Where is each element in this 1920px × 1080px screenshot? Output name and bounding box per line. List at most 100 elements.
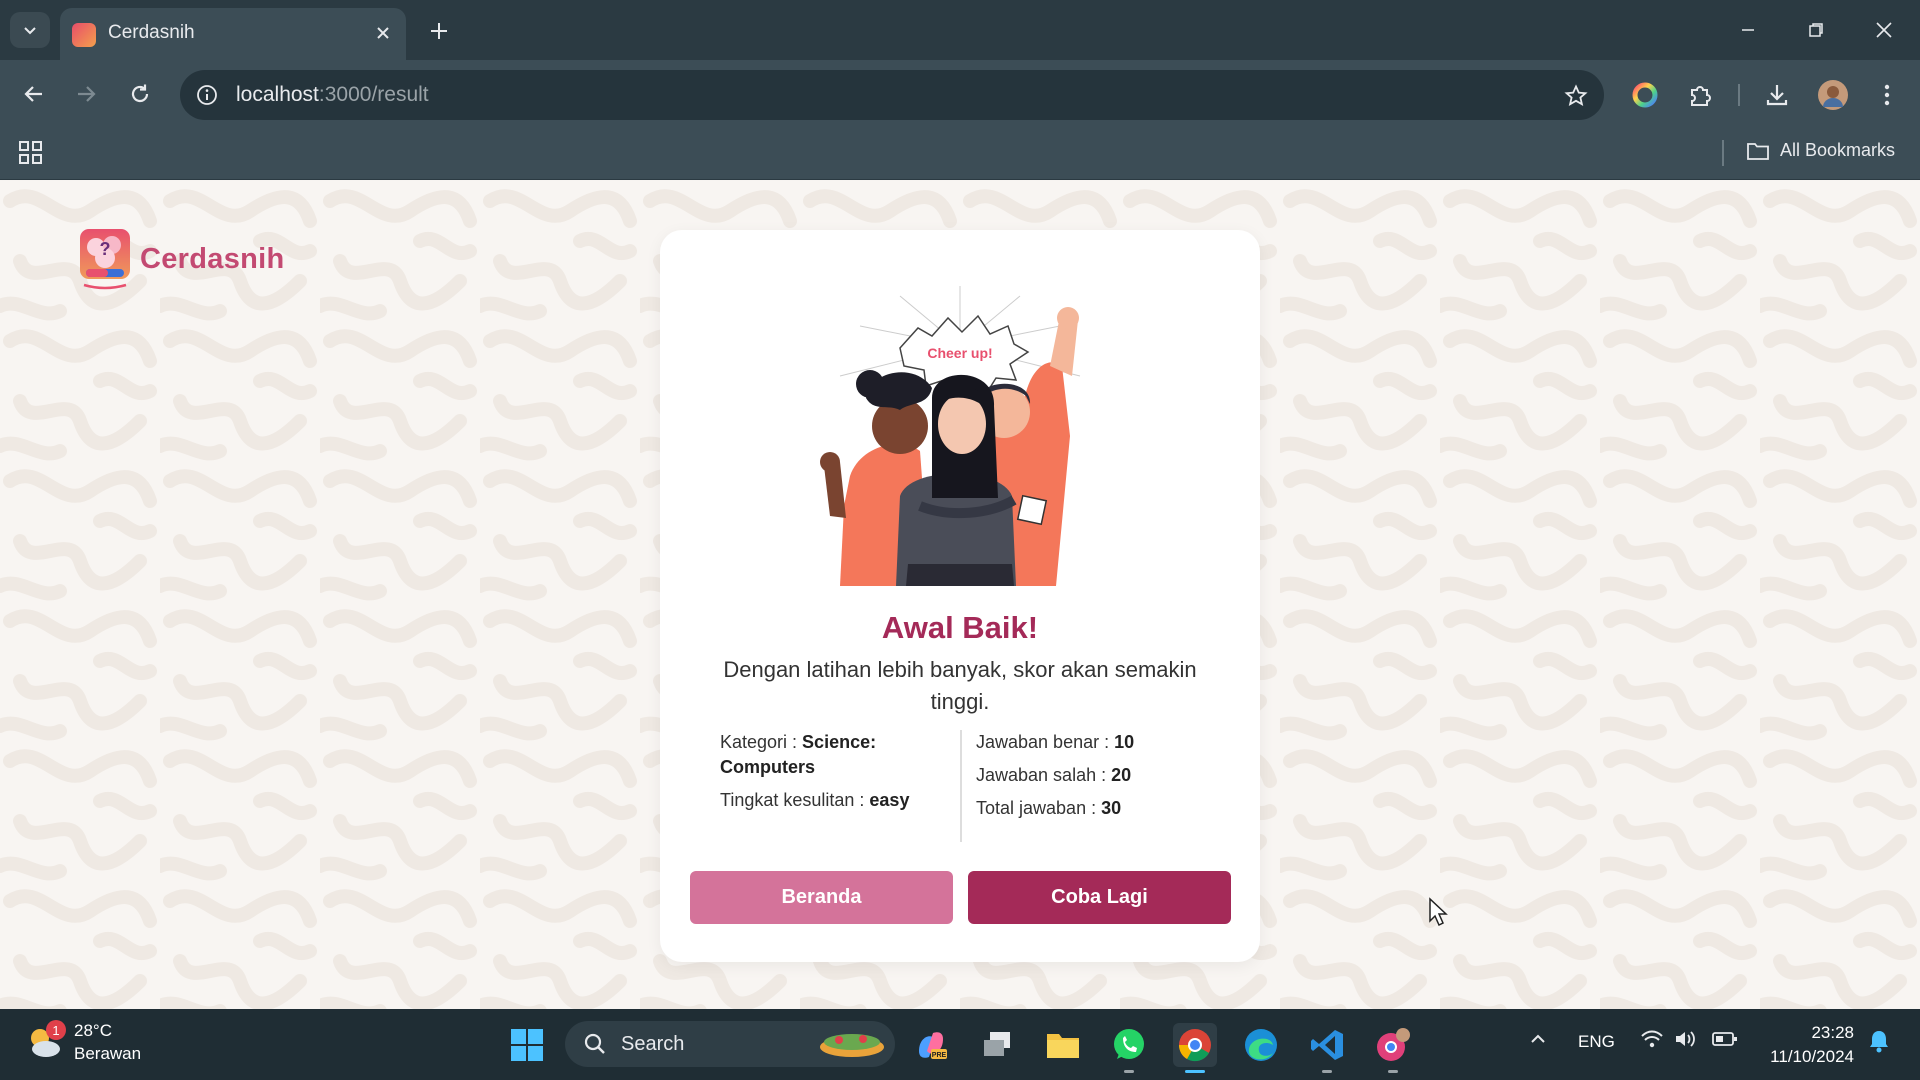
search-label: Search [621,1033,685,1055]
minimize-icon [1742,29,1754,31]
total-row: Total jawaban : 30 [976,796,1206,821]
tab-search-dropdown[interactable] [10,12,50,48]
apps-grid-icon[interactable] [18,140,44,166]
taskbar-vscode[interactable] [1305,1023,1349,1073]
color-wheel-icon [1632,82,1658,108]
arrow-right-icon [78,86,96,102]
search-highlight-icon [820,1034,884,1057]
browser-menu-button[interactable] [1870,78,1904,112]
answer-summary: Jawaban benar : 10 Jawaban salah : 20 To… [976,730,1206,829]
running-indicator [1124,1070,1134,1073]
search-icon [584,1033,605,1054]
color-extension-button[interactable] [1628,78,1662,112]
system-clock[interactable]: 23:28 11/10/2024 [1756,1021,1854,1069]
retry-button[interactable]: Coba Lagi [968,871,1231,924]
tab-title: Cerdasnih [108,22,195,43]
taskbar-chrome[interactable] [1173,1023,1217,1073]
active-indicator [1185,1070,1205,1073]
url-path: :3000/result [318,83,429,106]
minimize-button[interactable] [1728,14,1768,46]
chrome-profile-icon [1377,1028,1410,1061]
browser-toolbar: localhost:3000/result [0,60,1920,128]
url-text: localhost:3000/result [236,83,429,107]
whatsapp-icon [1114,1029,1144,1059]
extensions-button[interactable] [1683,78,1717,112]
svg-text:?: ? [100,239,111,259]
taskbar-task-view[interactable] [975,1023,1019,1067]
windows-taskbar: 1 28°C Berawan Search PRE ENG 23:28 11/1… [0,1009,1920,1080]
volume-icon[interactable] [1674,1029,1698,1054]
language-indicator[interactable]: ENG [1578,1032,1615,1052]
wrong-row: Jawaban salah : 20 [976,763,1206,788]
wrong-label: Jawaban salah : [976,765,1112,785]
bell-icon [1870,1031,1888,1053]
difficulty-label: Tingkat kesulitan : [720,790,870,810]
taskbar-whatsapp[interactable] [1107,1023,1151,1073]
forward-button[interactable] [66,74,106,114]
restore-button[interactable] [1796,14,1836,46]
result-stats: Kategori : Science: Computers Tingkat ke… [720,730,1210,842]
battery-icon[interactable] [1712,1029,1738,1054]
windows-logo-icon [511,1029,543,1061]
home-button[interactable]: Beranda [690,871,953,924]
reload-icon [131,84,149,103]
site-info-icon[interactable] [194,82,220,108]
puzzle-icon [1691,86,1711,106]
kebab-menu-icon [1884,84,1890,106]
category-row: Kategori : Science: Computers [720,730,950,780]
folder-icon [1747,142,1769,160]
weather-widget[interactable]: 1 28°C Berawan [24,1019,141,1065]
correct-value: 10 [1114,732,1135,752]
restore-icon [1809,23,1823,37]
result-heading: Awal Baik! [881,610,1039,645]
back-button[interactable] [14,74,54,114]
illustration-text: Cheer up! [927,345,992,361]
difficulty-value: easy [869,790,910,810]
tab-close-button[interactable] [370,20,396,46]
edge-icon [1245,1029,1277,1061]
close-window-button[interactable] [1864,14,1904,46]
quiz-info: Kategori : Science: Computers Tingkat ke… [720,730,950,821]
taskbar-edge[interactable] [1239,1023,1283,1067]
show-hidden-icons-button[interactable] [1528,1029,1548,1054]
brain-logo-icon: ? [80,229,130,290]
notifications-button[interactable] [1868,1029,1890,1058]
folder-icon [1047,1034,1079,1058]
taskbar-copilot[interactable]: PRE [909,1023,953,1067]
chevron-down-icon [24,27,36,35]
chrome-icon [1178,1029,1211,1062]
running-indicator [1322,1070,1332,1073]
bookmark-star-button[interactable] [1562,82,1590,110]
close-icon [377,27,389,39]
browser-tab-active[interactable]: Cerdasnih [60,8,406,60]
plus-icon [431,23,447,39]
site-logo[interactable]: ? Cerdasnih [78,225,285,293]
taskbar-file-explorer[interactable] [1041,1023,1085,1067]
wifi-icon[interactable] [1640,1029,1664,1054]
result-subtitle: Dengan latihan lebih banyak, skor akan s… [723,657,1197,714]
task-view-icon [984,1032,1010,1056]
address-bar[interactable]: localhost:3000/result [180,70,1604,120]
downloads-button[interactable] [1760,78,1794,112]
chevron-up-icon [1531,1034,1545,1043]
difficulty-row: Tingkat kesulitan : easy [720,788,950,813]
all-bookmarks-button[interactable]: All Bookmarks [1746,140,1895,161]
cheer-up-illustration: Cheer up! [820,286,1081,586]
start-button[interactable] [505,1023,549,1067]
logo-text: Cerdasnih [140,242,285,275]
profile-avatar[interactable] [1816,78,1850,112]
new-tab-button[interactable] [422,14,456,48]
bookmarks-bar: All Bookmarks [0,128,1920,180]
stats-divider [960,730,962,842]
vscode-icon [1311,1030,1343,1060]
copilot-icon: PRE [919,1032,947,1059]
taskbar-chrome-profile[interactable] [1371,1023,1415,1073]
category-label: Kategori : [720,732,803,752]
page-content: ? Cerdasnih Cheer up! Awal Baik! Dengan … [0,181,1920,1009]
weather-desc: Berawan [74,1044,142,1063]
browser-tab-bar: Cerdasnih [0,0,1920,60]
close-icon [1876,22,1892,38]
reload-button[interactable] [120,74,160,114]
tab-favicon-icon [72,23,96,47]
taskbar-search[interactable]: Search [565,1021,895,1067]
